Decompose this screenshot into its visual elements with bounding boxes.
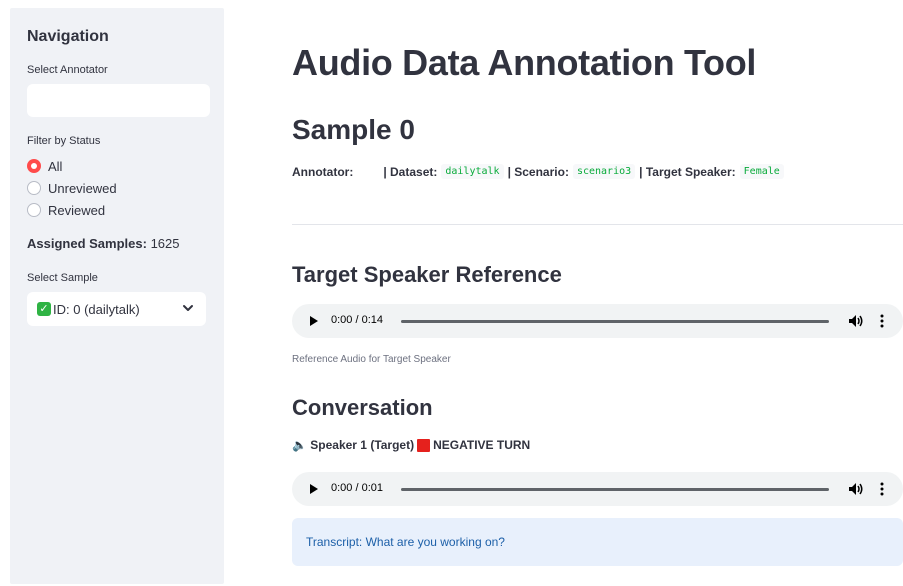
page-title: Audio Data Annotation Tool xyxy=(292,42,757,83)
audio-time: 0:00 / 0:14 xyxy=(331,314,383,326)
speaker-turn-type: NEGATIVE TURN xyxy=(433,438,531,452)
filter-option-label: Reviewed xyxy=(48,202,106,218)
sidebar-title: Navigation xyxy=(27,28,109,45)
filter-option-reviewed[interactable]: Reviewed xyxy=(27,200,105,220)
assigned-count: 1625 xyxy=(150,236,180,251)
target-value: Female xyxy=(739,164,784,179)
speaker-turn-label: 🔈 Speaker 1 (Target) NEGATIVE TURN xyxy=(292,438,530,452)
assigned-samples: Assigned Samples: 1625 xyxy=(27,236,179,251)
radio-unchecked-icon[interactable] xyxy=(27,181,41,195)
reference-audio-player[interactable]: 0:00 / 0:14 xyxy=(292,304,903,338)
scenario-meta-label: | Scenario: xyxy=(507,164,569,179)
audio-progress-track[interactable] xyxy=(401,488,829,491)
chevron-down-icon[interactable] xyxy=(182,302,194,314)
conversation-heading: Conversation xyxy=(292,395,433,420)
dataset-meta-label: | Dataset: xyxy=(383,164,438,179)
play-icon[interactable] xyxy=(310,484,318,494)
volume-icon[interactable] xyxy=(848,313,864,329)
filter-label: Filter by Status xyxy=(27,135,101,147)
sample-select-value: ID: 0 (dailytalk) xyxy=(53,301,140,317)
filter-option-label: Unreviewed xyxy=(48,180,117,196)
reference-heading: Target Speaker Reference xyxy=(292,262,562,287)
scenario-value: scenario3 xyxy=(572,164,636,179)
annotator-label: Select Annotator xyxy=(27,64,108,76)
radio-unchecked-icon[interactable] xyxy=(27,203,41,217)
sidebar: Navigation Select Annotator Filter by St… xyxy=(10,8,224,584)
annotator-select[interactable] xyxy=(27,84,210,117)
reference-caption: Reference Audio for Target Speaker xyxy=(292,354,451,365)
more-options-icon[interactable] xyxy=(880,482,884,496)
filter-option-label: All xyxy=(48,158,63,174)
more-options-icon[interactable] xyxy=(880,314,884,328)
target-meta-label: | Target Speaker: xyxy=(639,164,736,179)
volume-icon[interactable] xyxy=(848,481,864,497)
speaker-prefix: 🔈 Speaker 1 (Target) xyxy=(292,438,415,452)
dataset-value: dailytalk xyxy=(441,164,504,179)
audio-time: 0:00 / 0:01 xyxy=(331,482,383,494)
play-icon[interactable] xyxy=(310,316,318,326)
transcript-box: Transcript: What are you working on? xyxy=(292,518,903,566)
annotator-meta-label: Annotator: xyxy=(292,164,354,179)
check-mark-icon: ✓ xyxy=(37,302,51,316)
sample-label: Select Sample xyxy=(27,272,98,284)
conversation-audio-player[interactable]: 0:00 / 0:01 xyxy=(292,472,903,506)
filter-option-all[interactable]: All xyxy=(27,156,62,176)
assigned-label: Assigned Samples: xyxy=(27,236,147,251)
sample-title: Sample 0 xyxy=(292,114,415,145)
divider xyxy=(292,224,903,225)
sample-select[interactable]: ✓ ID: 0 (dailytalk) xyxy=(27,292,206,326)
main-content: Audio Data Annotation Tool Sample 0 Anno… xyxy=(292,0,903,586)
audio-progress-track[interactable] xyxy=(401,320,829,323)
sample-meta: Annotator: | Dataset: dailytalk | Scenar… xyxy=(292,164,788,179)
filter-option-unreviewed[interactable]: Unreviewed xyxy=(27,178,117,198)
radio-checked-icon[interactable] xyxy=(27,159,41,173)
red-square-icon xyxy=(417,438,431,452)
